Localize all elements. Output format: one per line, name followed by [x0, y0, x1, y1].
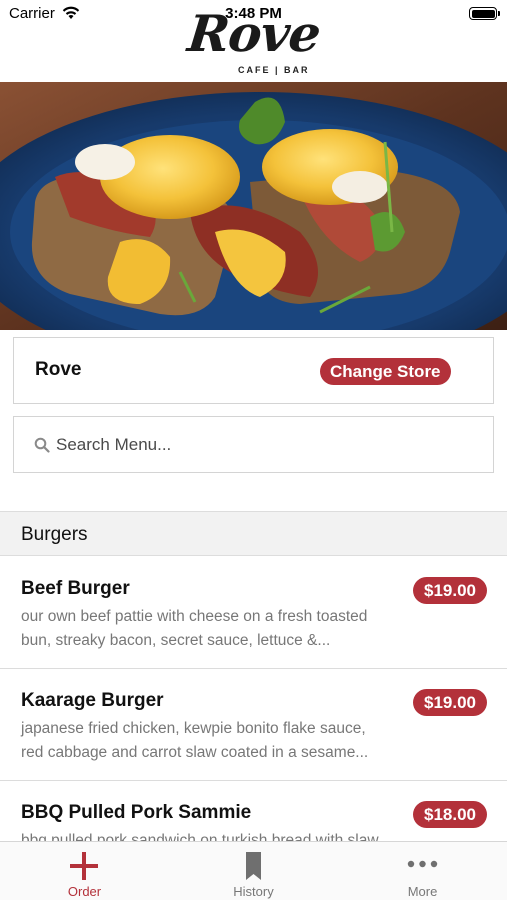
tab-bar: Order History More: [0, 841, 507, 900]
search-input[interactable]: [56, 431, 476, 459]
tab-label: History: [233, 884, 274, 899]
item-name: Kaarage Burger: [21, 690, 164, 711]
price-badge: $18.00: [413, 801, 487, 828]
store-card: Rove Change Store: [13, 337, 494, 404]
bookmark-icon: [246, 852, 261, 880]
change-store-button[interactable]: Change Store: [320, 358, 451, 385]
hero-food-image: [0, 82, 507, 330]
store-name: Rove: [35, 359, 82, 380]
item-description-line: bun, streaky bacon, secret sauce, lettuc…: [21, 632, 331, 649]
item-description-line: our own beef pattie with cheese on a fre…: [21, 608, 368, 625]
battery-icon: [469, 7, 500, 20]
price-badge: $19.00: [413, 689, 487, 716]
menu-item[interactable]: Kaarage Burger japanese fried chicken, k…: [0, 669, 507, 781]
tab-history[interactable]: History: [169, 842, 338, 900]
price-badge: $19.00: [413, 577, 487, 604]
more-dots-icon: [407, 860, 438, 868]
logo-subtitle: CAFE | BAR: [238, 65, 310, 75]
tab-label: Order: [67, 884, 102, 899]
item-description-line: japanese fried chicken, kewpie bonito fl…: [21, 720, 366, 737]
search-icon: [34, 437, 50, 453]
tab-label: More: [407, 884, 438, 899]
item-name: Beef Burger: [21, 578, 130, 599]
category-title: Burgers: [21, 524, 88, 545]
plus-icon: [70, 852, 98, 880]
item-description: our own beef pattie with cheese on a fre…: [21, 605, 401, 653]
tab-more[interactable]: More: [338, 842, 507, 900]
tab-order[interactable]: Order: [0, 842, 169, 900]
category-header: Burgers: [0, 511, 507, 556]
menu-item[interactable]: Beef Burger our own beef pattie with che…: [0, 557, 507, 669]
item-description: japanese fried chicken, kewpie bonito fl…: [21, 717, 401, 765]
status-bar: Carrier 3:48 PM: [0, 0, 507, 28]
item-description-line: red cabbage and carrot slaw coated in a …: [21, 744, 369, 761]
item-name: BBQ Pulled Pork Sammie: [21, 802, 252, 823]
status-time: 3:48 PM: [225, 5, 282, 22]
search-box[interactable]: [13, 416, 494, 473]
